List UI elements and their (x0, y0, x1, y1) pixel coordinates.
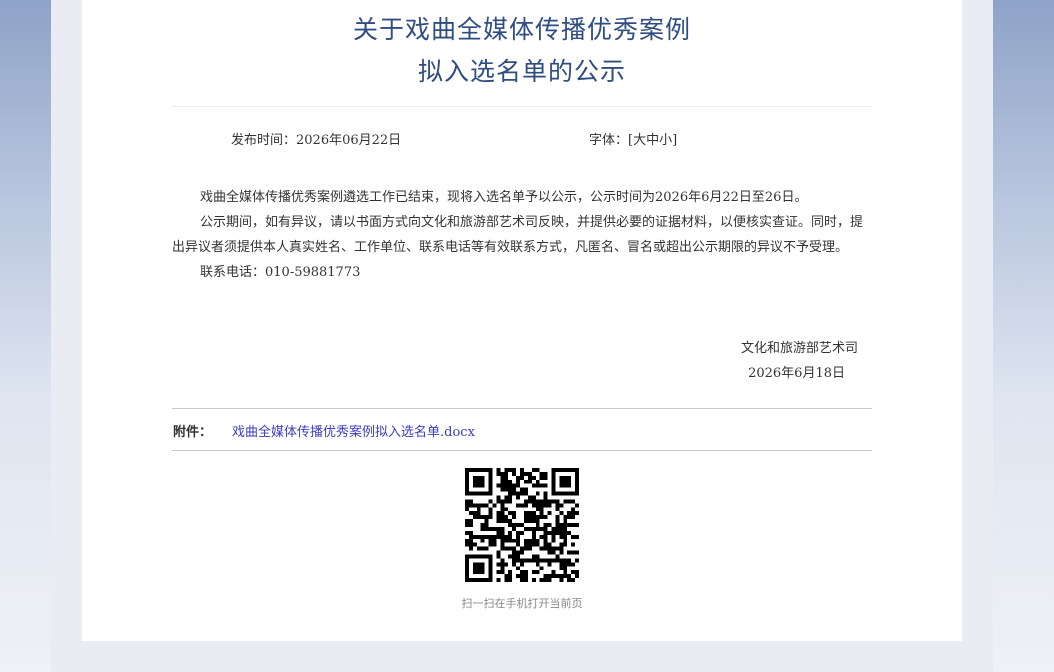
page-title-line-2: 拟入选名单的公示 (417, 57, 626, 86)
title-divider (172, 106, 872, 107)
qr-code-icon (465, 468, 579, 582)
article-body: 戏曲全媒体传播优秀案例遴选工作已结束，现将入选名单予以公示，公示时间为2026年… (172, 185, 872, 285)
paragraph-objection: 公示期间，如有异议，请以书面方式向文化和旅游部艺术司反映，并提供必要的证据材料，… (172, 215, 864, 255)
signature-date: 2026年6月18日 (748, 366, 845, 381)
publish-date-label: 发布时间： (231, 133, 297, 148)
publish-date: 发布时间：2026年06月22日 (231, 129, 401, 148)
qr-caption: 扫一扫在手机打开当前页 (461, 597, 583, 610)
article-paper: 关于戏曲全媒体传播优秀案例 拟入选名单的公示 发布时间：2026年06月22日 … (82, 0, 962, 641)
attachment-divider-bottom (172, 450, 872, 451)
attachment-label: 附件： (173, 425, 213, 440)
font-size-selector: 字体：[大中小] (589, 129, 677, 148)
signature-org: 文化和旅游部艺术司 (740, 341, 858, 356)
page-title-line-1: 关于戏曲全媒体传播优秀案例 (352, 15, 691, 44)
attachment-row: 附件： 戏曲全媒体传播优秀案例拟入选名单.docx (173, 421, 475, 440)
font-size-medium-button[interactable]: 中 (646, 133, 659, 148)
font-size-label: 字体： (589, 133, 629, 148)
publish-date-value: 2026年06月22日 (296, 133, 402, 148)
attachment-link[interactable]: 戏曲全媒体传播优秀案例拟入选名单.docx (232, 425, 475, 440)
paragraph-contact-phone: 联系电话：010-59881773 (200, 265, 361, 280)
font-size-small-button[interactable]: 小 (659, 133, 672, 148)
attachment-divider-top (172, 408, 872, 409)
font-size-large-button[interactable]: 大 (633, 133, 646, 148)
bracket-close: ] (672, 133, 678, 148)
paragraph-announcement: 戏曲全媒体传播优秀案例遴选工作已结束，现将入选名单予以公示，公示时间为2026年… (200, 190, 808, 205)
